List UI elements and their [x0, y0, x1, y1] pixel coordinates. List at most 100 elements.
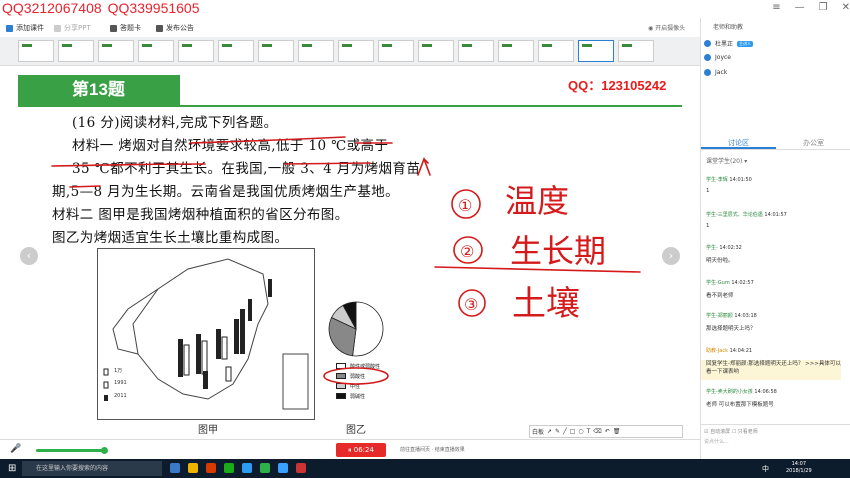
eraser-icon[interactable]: ⌫	[593, 428, 601, 435]
thumb[interactable]	[498, 40, 534, 62]
next-slide-button[interactable]: ›	[662, 247, 680, 265]
thumb[interactable]	[58, 40, 94, 62]
close-icon[interactable]: ✕	[842, 2, 850, 13]
line-icon[interactable]: ╱	[563, 428, 567, 435]
chat-tabs: 讨论区 办公室	[701, 136, 850, 150]
pen-icon[interactable]: ✎	[555, 428, 560, 435]
card-icon	[110, 24, 117, 32]
map-legend-2: 1991	[114, 380, 127, 386]
text-line: 期,5—8 月为生长期。云南省是我国优质烤烟生产基地。	[52, 184, 400, 200]
figure-b-caption: 图乙	[346, 425, 366, 436]
pie-legend-item: 弱酸性	[336, 371, 380, 381]
pie-slice	[352, 301, 384, 357]
text-line: 35 ℃都不利于其生长。在我国,一般 3、4 月为烤烟育苗	[72, 161, 421, 177]
pie-legend: 酸性或弱酸性 弱酸性 中性 弱碱性	[336, 361, 380, 401]
windows-taskbar: ⊞ 在这里输入你要搜索的内容 中 14:07 2018/1/29	[0, 459, 850, 478]
undo-icon[interactable]: ↶	[605, 428, 610, 435]
taskview-icon[interactable]	[170, 463, 180, 473]
window-controls: ≡ — ❐ ✕	[772, 2, 850, 13]
chat-message: 学生-三里层式、华论伯遇 14:01:57 1	[706, 212, 787, 229]
only-teacher-checkbox[interactable]: ☐ 只看老师	[732, 429, 758, 435]
browser-icon[interactable]	[278, 463, 288, 473]
wechat-icon[interactable]	[224, 463, 234, 473]
pie-legend-item: 酸性或弱酸性	[336, 361, 380, 371]
thumb[interactable]	[418, 40, 454, 62]
role-badge: 主讲人	[737, 40, 754, 47]
tab-office[interactable]: 办公室	[776, 136, 850, 149]
avatar	[704, 54, 711, 61]
live-hint: 前往直播间页 · 结束直播效果	[400, 447, 465, 453]
avatar	[704, 69, 711, 76]
bottom-bar: 🎤 ⏸ 06:24 前往直播间页 · 结束直播效果	[0, 439, 700, 459]
chat-message: 学生-卖大刷的小女孩 14:06:58 老师 可以布置那下模板题号	[706, 389, 777, 408]
classroom-icon[interactable]	[260, 463, 270, 473]
ime-indicator[interactable]: 中	[762, 464, 769, 474]
title-rule	[18, 105, 682, 107]
drawing-toolbar: 白板 ➚ ✎ ╱ □ ○ T ⌫ ↶ 🗑	[529, 425, 683, 438]
thumb[interactable]	[18, 40, 54, 62]
user-row[interactable]: Jack	[704, 69, 727, 76]
share-ppt-button[interactable]: 分享PPT	[54, 23, 91, 33]
pie-legend-item: 弱碱性	[336, 391, 380, 401]
text-icon[interactable]: T	[587, 428, 591, 435]
map-legend-1: 1万	[114, 368, 123, 374]
thumb[interactable]	[338, 40, 374, 62]
app-icon[interactable]	[296, 463, 306, 473]
thumb[interactable]	[218, 40, 254, 62]
tab-discussion[interactable]: 讨论区	[701, 136, 776, 149]
minimize-icon[interactable]: —	[795, 2, 805, 13]
thumb-selected[interactable]	[578, 40, 614, 62]
thumb[interactable]	[538, 40, 574, 62]
trash-icon[interactable]: 🗑	[613, 428, 621, 435]
camera-toggle[interactable]: ◉ 开启摄像头	[648, 23, 685, 32]
megaphone-icon	[156, 24, 163, 32]
thumb[interactable]	[138, 40, 174, 62]
menu-icon[interactable]: ≡	[772, 2, 780, 13]
post-notice-button[interactable]: 发布公告	[156, 23, 194, 33]
thumb[interactable]	[618, 40, 654, 62]
chat-message: 学生-郑丽颜 14:03:18 那选择题明天上吗？	[706, 313, 757, 332]
thumb[interactable]	[98, 40, 134, 62]
qq-watermark: QQ3212067408 QQ339951605	[2, 0, 206, 16]
question-title: 第13题	[18, 75, 180, 105]
prev-slide-button[interactable]: ‹	[20, 247, 38, 265]
text-line: (16 分)阅读材料,完成下列各题。	[72, 115, 278, 131]
auto-scroll-checkbox[interactable]: ☑ 自动滚屏	[704, 429, 730, 435]
qq-number-1: QQ3212067408	[2, 0, 102, 16]
answer-card-button[interactable]: 答题卡	[110, 23, 141, 33]
chat-message: 学生- 14:02:32 明天份啦。	[706, 245, 742, 264]
user-row[interactable]: 杜黑正 主讲人	[704, 39, 754, 48]
windows-start-icon[interactable]: ⊞	[8, 463, 16, 474]
add-courseware-button[interactable]: 添加课件	[6, 23, 44, 33]
volume-slider[interactable]	[36, 447, 108, 454]
thumb[interactable]	[378, 40, 414, 62]
ellipse-icon[interactable]: ○	[578, 428, 583, 435]
text-line: 材料二 图甲是我国烤烟种植面积的省区分布图。	[52, 207, 349, 223]
thumb[interactable]	[178, 40, 214, 62]
chat-input[interactable]: 说点什么...	[704, 438, 848, 445]
user-row[interactable]: Joyce	[704, 54, 731, 61]
chat-message: 助教-Jack 14:04:21 回复学生-郑丽颜:那选择题明天还上吗？ >>>具…	[706, 348, 841, 375]
live-timer[interactable]: ⏸ 06:24	[336, 443, 386, 457]
chat-input-area: ☑ 自动滚屏 ☐ 只看老师 说点什么...	[701, 424, 850, 457]
thumb[interactable]	[298, 40, 334, 62]
taskbar-clock[interactable]: 14:07 2018/1/29	[786, 461, 812, 475]
thumb[interactable]	[458, 40, 494, 62]
qq-banner: QQ：123105242	[568, 78, 667, 93]
whiteboard-button[interactable]: 白板	[532, 427, 544, 436]
soil-pie-chart	[328, 301, 384, 357]
chat-message: 学生-李辉 14:01:50 1	[706, 177, 752, 194]
mic-icon[interactable]: 🎤	[10, 444, 21, 454]
taskbar-search[interactable]: 在这里输入你要搜索的内容	[22, 461, 162, 476]
slide-stage: 第13题 QQ：123105242 (16 分)阅读材料,完成下列各题。 材料一…	[0, 67, 700, 439]
app-icon[interactable]	[206, 463, 216, 473]
student-filter[interactable]: 课堂学生(20) ▾	[706, 156, 747, 165]
teacher-section-title: 老师和助教	[713, 24, 744, 31]
thumb[interactable]	[258, 40, 294, 62]
map-drawing	[103, 258, 309, 410]
explorer-icon[interactable]	[188, 463, 198, 473]
rect-icon[interactable]: □	[570, 428, 576, 435]
pointer-icon[interactable]: ➚	[547, 428, 552, 435]
restore-icon[interactable]: ❐	[819, 2, 828, 13]
qq-icon[interactable]	[242, 463, 252, 473]
